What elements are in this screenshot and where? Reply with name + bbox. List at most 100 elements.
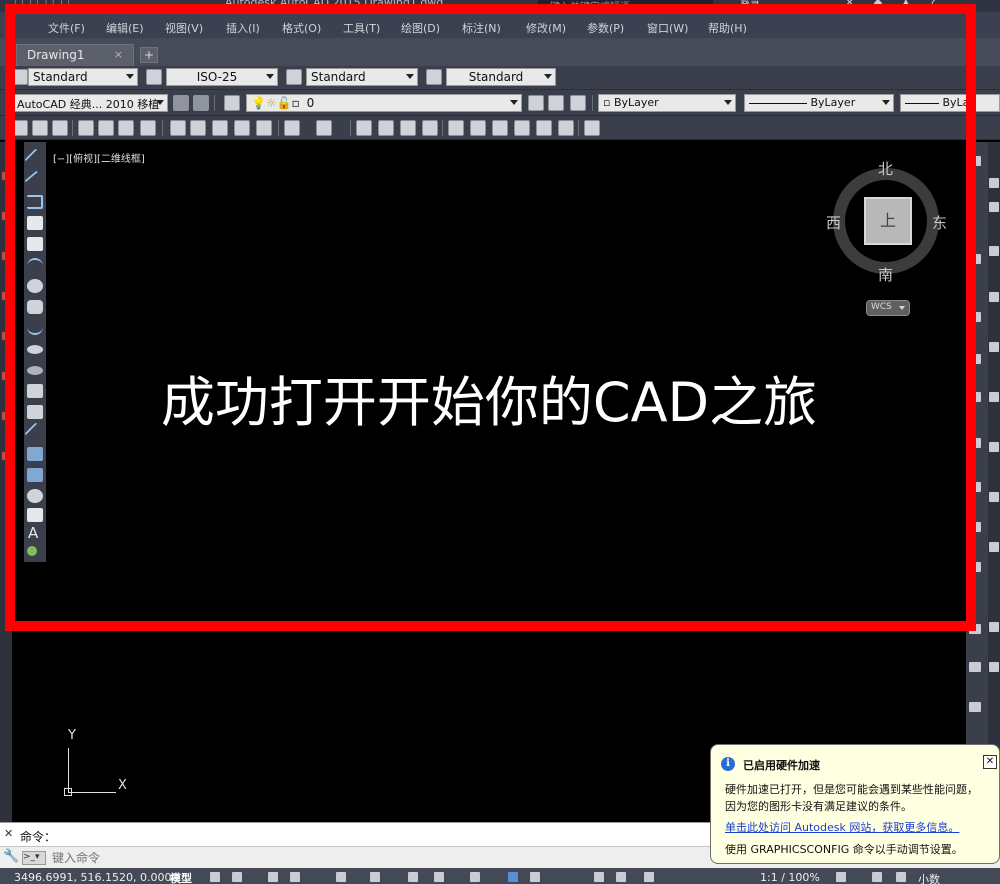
offset-icon[interactable]	[2, 292, 10, 300]
drawing-canvas[interactable]: [−][俯视][二维线框] 上 北 南 东 西 WCS 成功打开开始你的CAD之…	[48, 142, 966, 814]
snap-node-icon[interactable]	[989, 542, 999, 552]
layer-states-icon[interactable]	[570, 95, 586, 111]
ellipse-arc-icon[interactable]	[27, 366, 43, 375]
object-snap-tracking-icon[interactable]	[370, 872, 380, 882]
rectangle-icon[interactable]	[27, 237, 43, 251]
ellipse-icon[interactable]	[27, 345, 43, 354]
compass-east[interactable]: 东	[932, 212, 947, 233]
snap-endpoint-icon[interactable]	[989, 178, 999, 188]
isolate-objects-icon[interactable]	[896, 872, 906, 882]
ortho-icon[interactable]	[268, 872, 278, 882]
snap-perpendicular-icon[interactable]	[989, 442, 999, 452]
viewcube-top-face[interactable]: 上	[864, 197, 912, 245]
login-button[interactable]: 登录	[740, 0, 760, 12]
annotation-scale-icon[interactable]	[644, 872, 654, 882]
snap-center-icon[interactable]	[989, 292, 999, 302]
polygon-icon[interactable]	[27, 216, 43, 230]
paste-icon[interactable]	[212, 120, 228, 136]
object-snap-icon[interactable]	[408, 872, 418, 882]
quick-access-toolbar[interactable]: ▢▢▢▢	[14, 0, 76, 8]
linear-dim-icon[interactable]	[969, 156, 981, 166]
command-close-icon[interactable]: ✕	[4, 827, 13, 840]
open-icon[interactable]	[32, 120, 48, 136]
polar-icon[interactable]	[290, 872, 300, 882]
compass-south[interactable]: 南	[878, 264, 893, 285]
add-icon[interactable]	[872, 872, 882, 882]
revcloud-icon[interactable]	[27, 300, 43, 314]
units-readout[interactable]: 小数	[918, 871, 940, 884]
lineweight-display-icon[interactable]	[434, 872, 444, 882]
selection-cycling-icon[interactable]	[508, 872, 518, 882]
zoom-realtime-icon[interactable]	[378, 120, 394, 136]
continue-dim-icon[interactable]	[969, 662, 981, 672]
text-style-select[interactable]: Standard	[28, 68, 138, 86]
baseline-dim-icon[interactable]	[969, 624, 981, 634]
qnew-icon[interactable]	[12, 120, 28, 136]
coordinates-readout[interactable]: 3496.6991, 516.1520, 0.0000	[14, 871, 178, 884]
zoom-previous-icon[interactable]	[422, 120, 438, 136]
recent-commands-dropdown[interactable]: >_▾	[22, 851, 46, 865]
redo-icon[interactable]	[316, 120, 332, 136]
move-icon[interactable]	[2, 372, 10, 380]
notification-close-icon[interactable]: ✕	[983, 755, 997, 769]
region-icon[interactable]	[27, 489, 43, 503]
rotate-icon[interactable]	[2, 412, 10, 420]
point-icon[interactable]	[24, 422, 46, 444]
viewport-controls[interactable]: [−][俯视][二维线框]	[53, 150, 145, 165]
construction-line-icon[interactable]	[24, 170, 46, 192]
compass-north[interactable]: 北	[878, 158, 893, 179]
snap-none-icon[interactable]	[989, 662, 999, 672]
layer-properties-icon[interactable]	[224, 95, 240, 111]
snap-nearest-icon[interactable]	[989, 622, 999, 632]
workspace-settings-gear-icon[interactable]	[173, 95, 189, 111]
hatch-icon[interactable]	[27, 447, 43, 461]
grid-icon[interactable]	[210, 872, 220, 882]
sheet-set-icon[interactable]	[514, 120, 530, 136]
undo-icon[interactable]	[284, 120, 300, 136]
3dprint-icon[interactable]	[140, 120, 156, 136]
tab-drawing1[interactable]: Drawing1 ×	[16, 44, 134, 66]
menu-insert[interactable]: 插入(I)	[226, 20, 260, 36]
linetype-select[interactable]: ByLayer	[744, 94, 894, 112]
properties-icon[interactable]	[448, 120, 464, 136]
layer-select[interactable]: 💡☼🔓▫ 0	[246, 94, 522, 112]
arc-length-icon[interactable]	[969, 312, 981, 322]
zoom-window-icon[interactable]	[400, 120, 416, 136]
pan-icon[interactable]	[356, 120, 372, 136]
line-icon[interactable]	[24, 148, 46, 170]
calculator-icon[interactable]	[558, 120, 574, 136]
multiline-text-icon[interactable]: A	[28, 524, 38, 542]
menu-help[interactable]: 帮助(H)	[708, 20, 747, 36]
snap-parallel-icon[interactable]	[989, 492, 999, 502]
command-input[interactable]	[52, 850, 692, 866]
make-current-layer-icon[interactable]	[528, 95, 544, 111]
insert-block-icon[interactable]	[27, 384, 43, 398]
auto-scale-icon[interactable]	[616, 872, 626, 882]
color-select[interactable]: ▫ ByLayer	[598, 94, 736, 112]
markup-icon[interactable]	[536, 120, 552, 136]
copy-icon[interactable]	[190, 120, 206, 136]
aligned-dim-icon[interactable]	[969, 254, 981, 264]
copy-object-icon[interactable]	[2, 212, 10, 220]
angular-dim-icon[interactable]	[969, 522, 981, 532]
snap-tangent-icon[interactable]	[989, 392, 999, 402]
make-block-icon[interactable]	[27, 405, 43, 419]
help-icon[interactable]	[584, 120, 600, 136]
lineweight-select[interactable]: ByLay	[900, 94, 1000, 112]
customize-wrench-icon[interactable]: 🔧	[3, 849, 19, 864]
cut-icon[interactable]	[170, 120, 186, 136]
paste-block-icon[interactable]	[234, 120, 250, 136]
plot-icon[interactable]	[78, 120, 94, 136]
menu-format[interactable]: 格式(O)	[282, 20, 321, 36]
array-icon[interactable]	[2, 332, 10, 340]
circle-icon[interactable]	[27, 279, 43, 293]
snap-intersection-icon[interactable]	[989, 246, 999, 256]
workspace-switch-gear-icon[interactable]	[836, 872, 846, 882]
mleader-style-select[interactable]: Standard	[446, 68, 556, 86]
menu-draw[interactable]: 绘图(D)	[401, 20, 440, 36]
search-input[interactable]: 键入关键字或短语	[538, 0, 713, 10]
radius-dim-icon[interactable]	[969, 392, 981, 402]
menu-tools[interactable]: 工具(T)	[343, 20, 380, 36]
menu-edit[interactable]: 编辑(E)	[106, 20, 144, 36]
layer-previous-icon[interactable]	[548, 95, 564, 111]
